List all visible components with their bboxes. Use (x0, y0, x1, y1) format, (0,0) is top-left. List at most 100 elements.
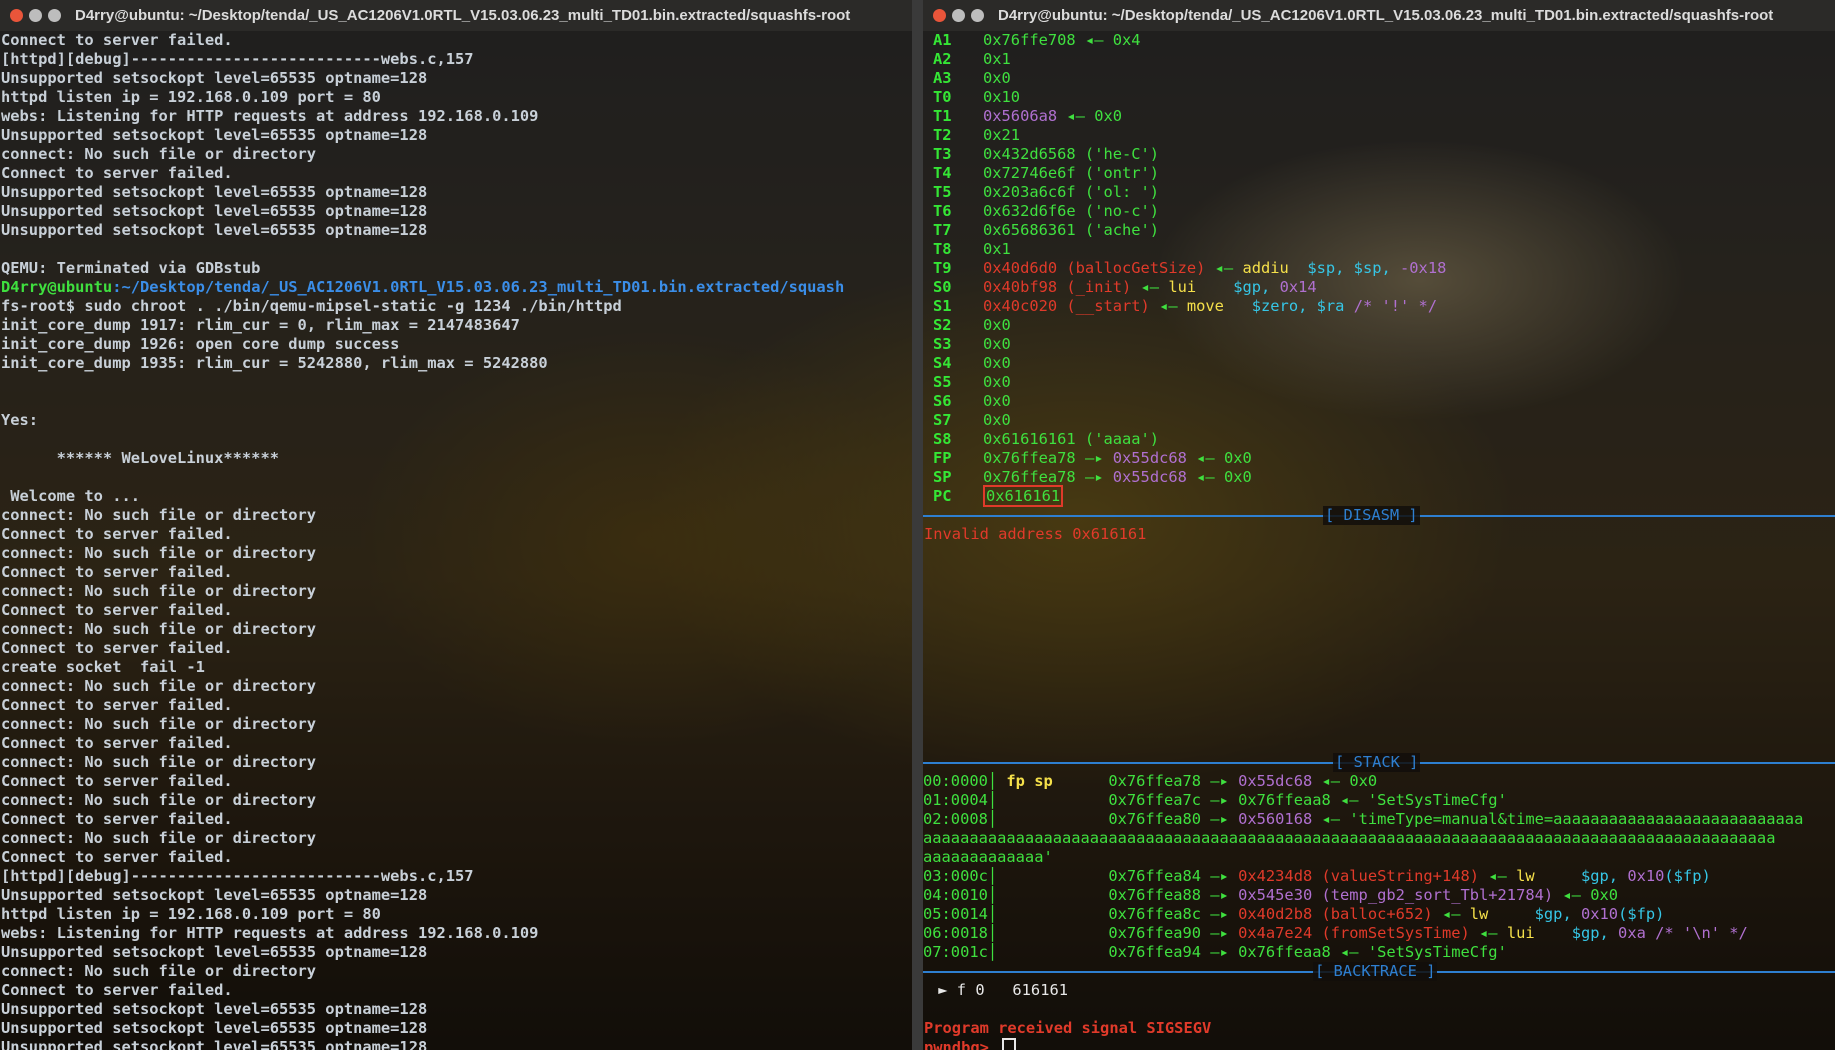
register-row: S5 0x0 (923, 373, 1835, 392)
terminal-line: Connect to server failed. (1, 848, 233, 866)
disasm-separator: [ DISASM ] (923, 506, 1835, 525)
register-name: S3 (933, 335, 952, 353)
terminal-line: connect: No such file or directory (1, 753, 317, 771)
register-value: 0x1 (983, 50, 1011, 68)
stack-separator: [ STACK ] (923, 753, 1835, 772)
terminal-line: Unsupported setsockopt level=65535 optna… (1, 183, 428, 201)
terminal-line: D4rry@ubuntu:~/Desktop/tenda/_US_AC1206V… (1, 278, 845, 296)
text-cursor[interactable] (1002, 1038, 1017, 1050)
register-value: 0x40d6d0 (ballocGetSize) ◂— addiu $sp, $… (983, 259, 1447, 277)
register-name: S7 (933, 411, 952, 429)
backtrace-label: [ BACKTRACE ] (1313, 962, 1438, 981)
maximize-icon[interactable] (48, 9, 61, 22)
register-row: T8 0x1 (923, 240, 1835, 259)
register-name: S2 (933, 316, 952, 334)
register-row: A3 0x0 (923, 69, 1835, 88)
terminal-line: Connect to server failed. (1, 734, 233, 752)
terminal-line: Unsupported setsockopt level=65535 optna… (1, 943, 428, 961)
terminal-line: init_core_dump 1926: open core dump succ… (1, 335, 400, 353)
register-pc: PC 0x616161 (923, 485, 1835, 507)
stack-entry: aaaaaaaaaaaaaaaaaaaaaaaaaaaaaaaaaaaaaaaa… (923, 829, 1776, 847)
register-row: T5 0x203a6c6f ('ol: ') (923, 183, 1835, 202)
stack-entry: 07:001c│ 0x76ffea94 —▸ 0x76ffeaa8 ◂— 'Se… (923, 943, 1507, 961)
terminal-line: fs-root$ sudo chroot . ./bin/qemu-mipsel… (1, 297, 622, 315)
stack-entry: 05:0014│ 0x76ffea8c —▸ 0x40d2b8 (balloc+… (923, 905, 1665, 923)
register-name: T6 (933, 202, 952, 220)
register-name: A1 (933, 31, 952, 49)
register-value: 0x0 (983, 411, 1011, 429)
register-name: A2 (933, 50, 952, 68)
register-name: FP (933, 449, 952, 467)
terminal-line: Connect to server failed. (1, 164, 233, 182)
register-name: T7 (933, 221, 952, 239)
pc-value: 0x616161 (983, 485, 1064, 507)
terminal-line: Unsupported setsockopt level=65535 optna… (1, 1038, 428, 1050)
register-value: 0x5606a8 ◂— 0x0 (983, 107, 1123, 125)
disasm-error: Invalid address 0x616161 (924, 525, 1147, 543)
register-row: T7 0x65686361 ('ache') (923, 221, 1835, 240)
terminal-line: webs: Listening for HTTP requests at add… (1, 107, 539, 125)
terminal-line: Connect to server failed. (1, 31, 233, 49)
register-row: S2 0x0 (923, 316, 1835, 335)
register-value: 0x76ffea78 —▸ 0x55dc68 ◂— 0x0 (983, 449, 1252, 467)
terminal-line: Unsupported setsockopt level=65535 optna… (1, 1019, 428, 1037)
terminal-line: QEMU: Terminated via GDBstub (1, 259, 261, 277)
title-bar[interactable]: D4rry@ubuntu: ~/Desktop/tenda/_US_AC1206… (923, 0, 1835, 31)
terminal-line: Connect to server failed. (1, 525, 233, 543)
register-value: 0x0 (983, 316, 1011, 334)
title-bar[interactable]: D4rry@ubuntu: ~/Desktop/tenda/_US_AC1206… (0, 0, 912, 31)
register-name: SP (933, 468, 952, 486)
close-icon[interactable] (10, 9, 23, 22)
pane-divider[interactable] (912, 0, 923, 1050)
register-row: S0 0x40bf98 (_init) ◂— lui $gp, 0x14 (923, 278, 1835, 297)
register-value: 0x72746e6f ('ontr') (983, 164, 1160, 182)
terminal-line: init_core_dump 1917: rlim_cur = 0, rlim_… (1, 316, 520, 334)
register-row: S3 0x0 (923, 335, 1835, 354)
minimize-icon[interactable] (29, 9, 42, 22)
terminal-line: httpd listen ip = 192.168.0.109 port = 8… (1, 88, 381, 106)
disasm-label: [ DISASM ] (1323, 506, 1420, 525)
register-value: 0x40bf98 (_init) ◂— lui $gp, 0x14 (983, 278, 1317, 296)
register-value: 0x21 (983, 126, 1021, 144)
terminal-window-right[interactable]: D4rry@ubuntu: ~/Desktop/tenda/_US_AC1206… (923, 0, 1835, 1050)
maximize-icon[interactable] (971, 9, 984, 22)
stack-entry: 03:000c│ 0x76ffea84 —▸ 0x4234d8 (valueSt… (923, 867, 1711, 885)
terminal-line: Connect to server failed. (1, 639, 233, 657)
close-icon[interactable] (933, 9, 946, 22)
register-name: T5 (933, 183, 952, 201)
terminal-line: [httpd][debug]--------------------------… (1, 867, 474, 885)
backtrace-frame: ► f 0 616161 (929, 981, 1068, 999)
terminal-line: connect: No such file or directory (1, 544, 317, 562)
disasm-area (923, 544, 1835, 753)
terminal-line: [httpd][debug]--------------------------… (1, 50, 474, 68)
register-value: 0x0 (983, 335, 1011, 353)
register-value: 0x1 (983, 240, 1011, 258)
register-name: T4 (933, 164, 952, 182)
register-row: S1 0x40c020 (__start) ◂— move $zero, $ra … (923, 297, 1835, 316)
register-row: S8 0x61616161 ('aaaa') (923, 430, 1835, 449)
register-value: 0x0 (983, 69, 1011, 87)
register-name: T1 (933, 107, 952, 125)
terminal-line: Connect to server failed. (1, 563, 233, 581)
stack-panel: 00:0000│ fp sp 0x76ffea78 —▸ 0x55dc68 ◂—… (923, 772, 1835, 962)
prompt-text: pwndbg> (924, 1038, 999, 1050)
register-row: FP 0x76ffea78 —▸ 0x55dc68 ◂— 0x0 (923, 449, 1835, 468)
register-name: S5 (933, 373, 952, 391)
register-value: 0x40c020 (__start) ◂— move $zero, $ra /*… (983, 297, 1438, 315)
terminal-window-left[interactable]: D4rry@ubuntu: ~/Desktop/tenda/_US_AC1206… (0, 0, 912, 1050)
window-title: D4rry@ubuntu: ~/Desktop/tenda/_US_AC1206… (75, 7, 851, 24)
command-prompt[interactable]: pwndbg> (923, 1038, 1835, 1050)
register-name: T3 (933, 145, 952, 163)
minimize-icon[interactable] (952, 9, 965, 22)
register-name: T8 (933, 240, 952, 258)
terminal-line: create socket fail -1 (1, 658, 205, 676)
stack-entry: 04:0010│ 0x76ffea88 —▸ 0x545e30 (temp_gb… (923, 886, 1619, 904)
terminal-line: init_core_dump 1935: rlim_cur = 5242880,… (1, 354, 548, 372)
stack-entry: 00:0000│ fp sp 0x76ffea78 —▸ 0x55dc68 ◂—… (923, 772, 1378, 790)
signal-message: Program received signal SIGSEGV (924, 1019, 1212, 1037)
terminal-line: Connect to server failed. (1, 696, 233, 714)
register-name: S1 (933, 297, 952, 315)
register-row: S4 0x0 (923, 354, 1835, 373)
